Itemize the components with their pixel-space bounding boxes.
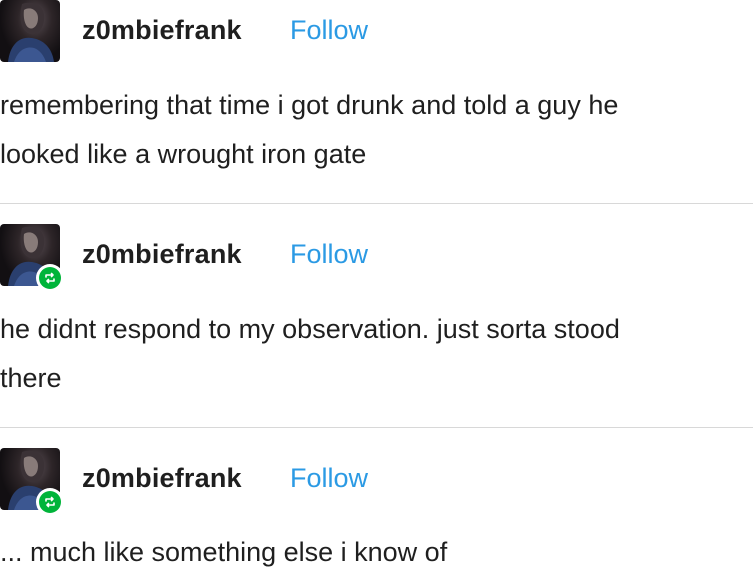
post-header: z0mbiefrank Follow bbox=[0, 0, 753, 62]
avatar-wrap[interactable] bbox=[0, 448, 64, 516]
avatar-image bbox=[8, 2, 54, 62]
post-body: he didnt respond to my observation. just… bbox=[0, 305, 753, 403]
post-text-line: he didnt respond to my observation. just… bbox=[0, 314, 620, 344]
follow-button[interactable]: Follow bbox=[290, 463, 368, 494]
post-divider bbox=[0, 427, 753, 428]
reblog-icon bbox=[39, 267, 61, 289]
username-link[interactable]: z0mbiefrank bbox=[82, 463, 242, 494]
post-text-line: looked like a wrought iron gate bbox=[0, 139, 367, 169]
post-header: z0mbiefrank Follow bbox=[0, 448, 753, 516]
post-text-line: there bbox=[0, 363, 62, 393]
follow-button[interactable]: Follow bbox=[290, 239, 368, 270]
follow-button[interactable]: Follow bbox=[290, 15, 368, 46]
username-link[interactable]: z0mbiefrank bbox=[82, 15, 242, 46]
reblog-icon bbox=[39, 491, 61, 513]
avatar[interactable] bbox=[0, 0, 60, 62]
username-link[interactable]: z0mbiefrank bbox=[82, 239, 242, 270]
post-divider bbox=[0, 203, 753, 204]
post-body: remembering that time i got drunk and to… bbox=[0, 81, 753, 179]
post-header: z0mbiefrank Follow bbox=[0, 224, 753, 292]
avatar-wrap[interactable] bbox=[0, 0, 62, 62]
reblog-badge bbox=[36, 264, 64, 292]
reblog-badge bbox=[36, 488, 64, 516]
post-text-line: remembering that time i got drunk and to… bbox=[0, 90, 619, 120]
avatar-wrap[interactable] bbox=[0, 224, 64, 292]
